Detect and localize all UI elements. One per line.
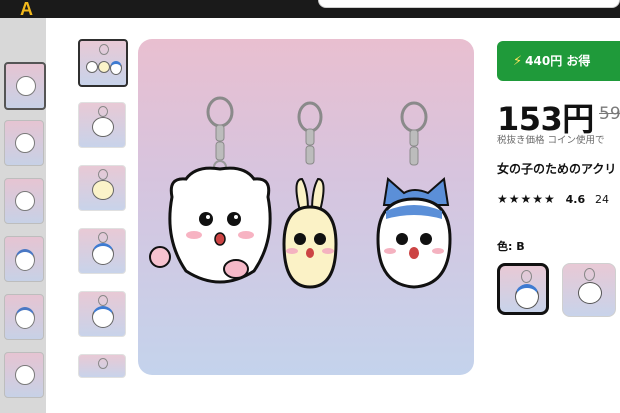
original-price: 59 [599, 104, 620, 124]
gallery-thumbnail-5[interactable] [78, 291, 126, 337]
cat-keychain-illustration [376, 101, 452, 289]
main-product-image[interactable] [138, 39, 474, 375]
discount-badge: ⚡ 440円 お得 [497, 41, 620, 81]
product-title[interactable]: 女の子のためのアクリ [497, 160, 616, 177]
site-logo[interactable]: A [20, 0, 48, 18]
star-rating-icon: ★★★★★ [497, 192, 556, 206]
tax-note: 税抜き価格 コイン使用で [497, 135, 605, 146]
keychain-illustration [149, 96, 452, 289]
product-preview-modal: ⚡ 440円 お得 153円 59 税抜き価格 コイン使用で 女の子のためのアクリ… [46, 18, 620, 413]
lightning-icon: ⚡ [513, 54, 523, 69]
color-variant-b[interactable] [497, 263, 549, 315]
page-thumbnail[interactable] [4, 294, 44, 340]
page-thumbnail[interactable] [4, 352, 44, 398]
color-option-label: 色: B [497, 240, 525, 253]
discount-label: 440円 お得 [525, 54, 591, 68]
bear-keychain-illustration [149, 96, 272, 284]
gallery-thumbnail-2[interactable] [78, 102, 126, 148]
rating-count: 24 [594, 193, 609, 206]
gallery-thumbnail-3[interactable] [78, 165, 126, 211]
site-header-bar: A [0, 0, 620, 18]
header-search-box[interactable] [318, 0, 620, 8]
page-thumbnail[interactable] [4, 62, 46, 110]
gallery-thumbnail-4[interactable] [78, 228, 126, 274]
rating-value: 4.6 [565, 193, 586, 206]
rating-row[interactable]: ★★★★★ 4.6 24 [497, 192, 609, 206]
page-thumbnail[interactable] [4, 120, 44, 166]
page-thumbnail[interactable] [4, 178, 44, 224]
gallery-thumbnail-6[interactable] [78, 354, 126, 378]
rabbit-keychain-illustration [282, 101, 338, 289]
gallery-thumbnail-1[interactable] [78, 39, 128, 87]
page-thumbnail[interactable] [4, 236, 44, 282]
color-variant-c[interactable] [562, 263, 616, 317]
page-thumbnail-strip [0, 18, 46, 413]
